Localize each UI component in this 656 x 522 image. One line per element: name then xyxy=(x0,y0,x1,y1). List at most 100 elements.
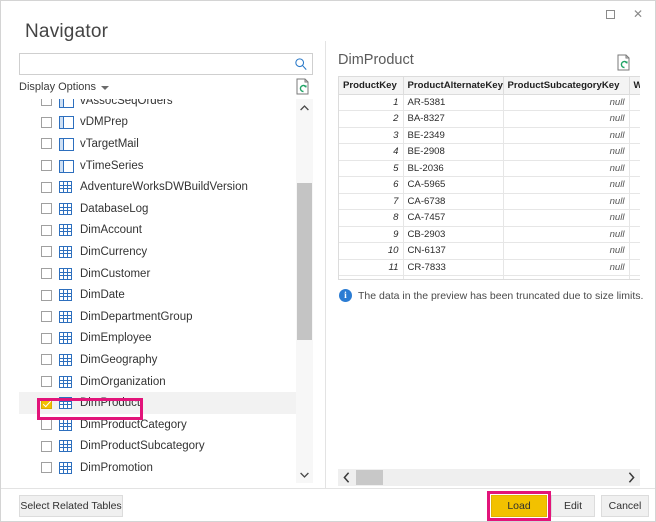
column-header[interactable]: ProductSubcategoryKey xyxy=(503,77,630,95)
preview-title: DimProduct xyxy=(338,52,414,68)
tree-item-dimemployee[interactable]: DimEmployee xyxy=(19,328,296,350)
preview-horizontal-scrollbar[interactable] xyxy=(338,469,640,486)
tree-item-databaselog[interactable]: DatabaseLog xyxy=(19,198,296,220)
tree-item-checkbox[interactable] xyxy=(41,138,52,150)
tree-item-dimcurrency[interactable]: DimCurrency xyxy=(19,241,296,263)
table-cell: 7 xyxy=(339,193,404,210)
table-icon xyxy=(59,202,72,215)
tree-item-checkbox[interactable] xyxy=(41,376,52,388)
tree-item-checkbox[interactable] xyxy=(41,268,52,280)
table-row[interactable]: 9 CB-2903 null xyxy=(339,226,640,243)
display-options-label: Display Options xyxy=(19,81,97,93)
table-icon xyxy=(59,181,72,194)
table-row[interactable]: 6 CA-5965 null xyxy=(339,176,640,194)
tree-item-dimproductcategory[interactable]: DimProductCategory xyxy=(19,414,296,436)
tree-item-checkbox[interactable] xyxy=(41,246,52,258)
tree-item-checkbox[interactable] xyxy=(41,289,52,301)
table-icon xyxy=(59,397,72,410)
search-input[interactable] xyxy=(24,54,292,74)
table-cell: 4 xyxy=(339,143,404,161)
table-row[interactable]: 12CR-9981null xyxy=(339,275,640,279)
column-header[interactable]: Weigh xyxy=(629,77,640,95)
tree-item-label: DimProductSubcategory xyxy=(80,440,205,453)
maximize-button[interactable] xyxy=(595,1,625,27)
tree-item-adventureworksdwbuildversion[interactable]: AdventureWorksDWBuildVersion xyxy=(19,176,296,198)
tree-item-label: DimOrganization xyxy=(80,375,166,388)
tree-item-dimproductsubcategory[interactable]: DimProductSubcategory xyxy=(19,436,296,458)
table-row[interactable]: 11 CR-7833 null xyxy=(339,259,640,276)
table-icon xyxy=(59,332,72,345)
tree-item-dimproduct[interactable]: DimProduct xyxy=(19,392,296,414)
tree-item-dimpromotion[interactable]: DimPromotion xyxy=(19,457,296,479)
tree-item-dimdepartmentgroup[interactable]: DimDepartmentGroup xyxy=(19,306,296,328)
table-header-row: ProductKey ProductAlternateKey ProductSubc… xyxy=(339,77,640,95)
table-row[interactable]: 5 BL-2036 null xyxy=(339,160,640,177)
scroll-left-arrow-icon[interactable] xyxy=(338,469,355,486)
tree-item-checkbox[interactable] xyxy=(41,354,52,366)
display-options-dropdown[interactable]: Display Options xyxy=(19,81,110,93)
tree-vertical-scrollbar[interactable] xyxy=(296,99,313,483)
horizontal-scrollbar-thumb[interactable] xyxy=(356,470,383,485)
tree-item-dimreseller[interactable]: DimReseller xyxy=(19,479,296,483)
select-related-tables-button[interactable]: Select Related Tables xyxy=(19,495,123,517)
table-cell: null xyxy=(503,275,630,279)
tree-item-dimorganization[interactable]: DimOrganization xyxy=(19,371,296,393)
table-body: 1 AR-5381 null 2 BA-8327 null 3 BE-2349 null 4 BE-… xyxy=(339,94,640,279)
tree-item-vassocseqorders[interactable]: vAssocSeqOrders xyxy=(19,99,296,112)
object-tree[interactable]: vAssocSeqOrders vDMPrep vTargetMail vTimeSe… xyxy=(19,99,313,483)
view-icon xyxy=(59,159,74,173)
table-cell: null xyxy=(503,209,630,227)
table-cell: BE-2908 xyxy=(403,143,504,161)
tree-item-vtargetmail[interactable]: vTargetMail xyxy=(19,133,296,155)
scroll-right-arrow-icon[interactable] xyxy=(623,469,640,486)
truncation-notice-text: The data in the preview has been truncat… xyxy=(358,289,644,302)
cancel-button[interactable]: Cancel xyxy=(601,495,649,517)
tree-item-checkbox[interactable] xyxy=(41,181,52,193)
table-cell: null xyxy=(503,127,630,144)
tree-item-checkbox[interactable] xyxy=(41,99,52,107)
tree-scrollbar-thumb[interactable] xyxy=(297,183,312,340)
refresh-document-icon[interactable] xyxy=(616,54,632,72)
table-icon xyxy=(59,375,72,388)
scroll-up-arrow-icon[interactable] xyxy=(296,99,313,116)
tree-item-checkbox[interactable] xyxy=(41,116,52,128)
table-row[interactable]: 4 BE-2908 null xyxy=(339,143,640,161)
table-row[interactable]: 2 BA-8327 null xyxy=(339,110,640,128)
tree-item-checkbox[interactable] xyxy=(41,462,52,474)
table-row[interactable]: 7 CA-6738 null xyxy=(339,193,640,210)
edit-button[interactable]: Edit xyxy=(551,495,595,517)
tree-item-checkbox[interactable] xyxy=(41,419,52,431)
tree-item-vdmprep[interactable]: vDMPrep xyxy=(19,112,296,134)
tree-item-checkbox[interactable] xyxy=(41,332,52,344)
column-header[interactable]: ProductAlternateKey xyxy=(403,77,504,95)
tree-item-dimaccount[interactable]: DimAccount xyxy=(19,220,296,242)
tree-item-checkbox[interactable] xyxy=(41,224,52,236)
load-button[interactable]: Load xyxy=(491,495,547,517)
tree-item-checkbox[interactable] xyxy=(41,203,52,215)
chevron-down-icon xyxy=(101,86,110,90)
table-row[interactable]: 10 CN-6137 null xyxy=(339,242,640,260)
tree-item-label: DimCustomer xyxy=(80,267,151,280)
table-cell: AR-5381 xyxy=(403,94,504,111)
tree-item-dimcustomer[interactable]: DimCustomer xyxy=(19,263,296,285)
table-cell xyxy=(629,193,640,210)
search-box[interactable] xyxy=(19,53,313,75)
table-icon xyxy=(59,310,72,323)
preview-grid[interactable]: ProductKey ProductAlternateKey ProductSubc… xyxy=(338,76,640,280)
table-row[interactable]: 8 CA-7457 null xyxy=(339,209,640,227)
tree-item-checkbox[interactable] xyxy=(41,440,52,452)
close-button[interactable]: ✕ xyxy=(623,1,653,27)
tree-item-dimdate[interactable]: DimDate xyxy=(19,284,296,306)
scroll-down-arrow-icon[interactable] xyxy=(296,466,313,483)
refresh-document-icon[interactable] xyxy=(295,78,311,96)
tree-item-checkbox[interactable] xyxy=(41,397,52,409)
table-row[interactable]: 1 AR-5381 null xyxy=(339,94,640,111)
table-cell: 5 xyxy=(339,160,404,177)
table-row[interactable]: 3 BE-2349 null xyxy=(339,127,640,144)
tree-item-checkbox[interactable] xyxy=(41,311,52,323)
tree-item-dimgeography[interactable]: DimGeography xyxy=(19,349,296,371)
column-header[interactable]: ProductKey xyxy=(339,77,404,95)
tree-item-vtimeseries[interactable]: vTimeSeries xyxy=(19,155,296,177)
table-icon xyxy=(59,289,72,302)
tree-item-checkbox[interactable] xyxy=(41,160,52,172)
